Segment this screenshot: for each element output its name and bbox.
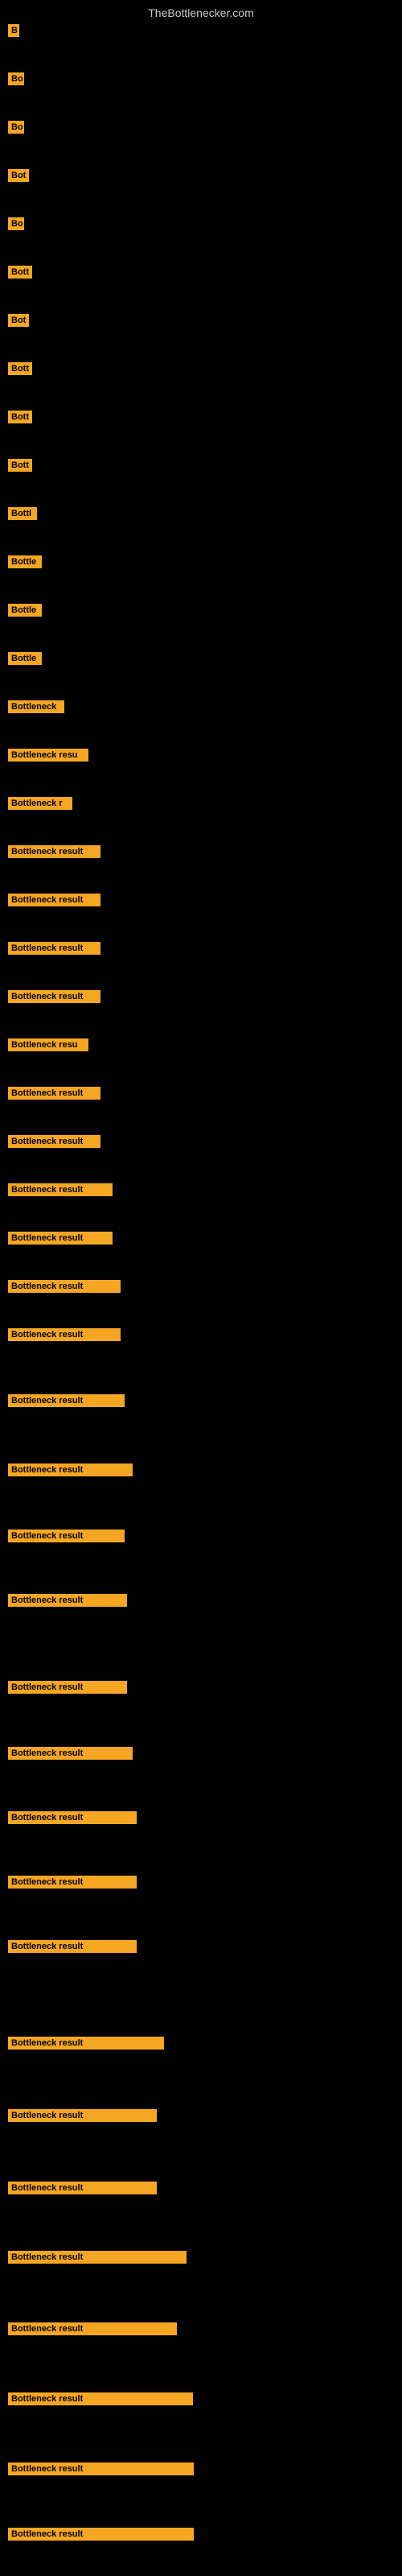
- bar-label: Bott: [8, 362, 32, 375]
- bar-item: Bottleneck resu: [8, 749, 88, 766]
- bar-label: Bottleneck resu: [8, 1038, 88, 1051]
- bar-label: Bottleneck result: [8, 2462, 194, 2475]
- bar-item: Bottleneck resu: [8, 1038, 88, 1055]
- bar-label: Bottleneck result: [8, 1280, 121, 1293]
- bar-item: Bottleneck result: [8, 2037, 164, 2054]
- bar-item: Bottleneck result: [8, 1681, 127, 1698]
- bar-item: Bottl: [8, 507, 37, 524]
- bar-item: Bottleneck result: [8, 2528, 194, 2545]
- bar-label: Bottleneck result: [8, 1183, 113, 1196]
- bar-item: Bottleneck result: [8, 1328, 121, 1345]
- bar-item: Bott: [8, 411, 32, 427]
- bar-item: Bot: [8, 314, 29, 331]
- bar-item: Bottleneck result: [8, 894, 100, 910]
- bar-item: Bottleneck result: [8, 990, 100, 1007]
- bar-item: Bottleneck result: [8, 1811, 137, 1828]
- bar-item: Bottleneck result: [8, 1394, 125, 1411]
- bar-item: Bottleneck result: [8, 1876, 137, 1893]
- bar-label: Bottleneck result: [8, 990, 100, 1003]
- bar-label: Bottleneck result: [8, 942, 100, 955]
- bar-label: Bott: [8, 266, 32, 279]
- bar-item: Bottleneck: [8, 700, 64, 717]
- bar-label: Bottleneck result: [8, 1087, 100, 1100]
- bar-item: Bottleneck result: [8, 1530, 125, 1546]
- bar-item: Bottleneck result: [8, 2322, 177, 2339]
- bar-item: Bottleneck result: [8, 1747, 133, 1764]
- bar-item: Bottleneck result: [8, 1232, 113, 1249]
- bar-item: Bott: [8, 266, 32, 283]
- bar-label: Bottleneck result: [8, 2037, 164, 2050]
- bar-item: Bott: [8, 459, 32, 476]
- bar-item: Bottleneck result: [8, 2182, 157, 2198]
- bar-item: Bottleneck result: [8, 1463, 133, 1480]
- bar-item: Bottleneck result: [8, 1183, 113, 1200]
- bar-item: B: [8, 24, 19, 41]
- bar-item: Bottle: [8, 604, 42, 621]
- bar-item: Bottleneck result: [8, 1087, 100, 1104]
- bar-label: Bottleneck result: [8, 1876, 137, 1889]
- bar-item: Bottleneck result: [8, 845, 100, 862]
- bar-item: Bottleneck r: [8, 797, 72, 814]
- bar-item: Bottleneck result: [8, 2109, 157, 2126]
- bar-label: Bottleneck result: [8, 2182, 157, 2194]
- bar-item: Bottleneck result: [8, 2462, 194, 2479]
- bar-item: Bottle: [8, 652, 42, 669]
- bar-label: Bottl: [8, 507, 37, 520]
- bar-label: Bott: [8, 411, 32, 423]
- bar-label: Bo: [8, 72, 24, 85]
- bar-item: Bottleneck result: [8, 1135, 100, 1152]
- bar-item: Bot: [8, 169, 29, 186]
- bar-label: Bottleneck result: [8, 845, 100, 858]
- bar-item: Bo: [8, 72, 24, 89]
- bar-label: Bot: [8, 169, 29, 182]
- bar-label: Bottleneck result: [8, 1463, 133, 1476]
- bar-item: Bottleneck result: [8, 1940, 137, 1957]
- bar-label: Bottle: [8, 604, 42, 617]
- bar-label: Bottleneck result: [8, 1747, 133, 1760]
- bar-item: Bottleneck result: [8, 1280, 121, 1297]
- bar-label: Bot: [8, 314, 29, 327]
- bar-label: Bottleneck result: [8, 1681, 127, 1694]
- bar-item: Bottleneck result: [8, 2251, 187, 2268]
- bar-label: Bottleneck result: [8, 2322, 177, 2335]
- bar-label: Bottleneck result: [8, 1135, 100, 1148]
- bar-item: Bottleneck result: [8, 1594, 127, 1611]
- bar-label: Bottleneck result: [8, 1940, 137, 1953]
- bar-label: Bottleneck resu: [8, 749, 88, 762]
- bar-item: Bo: [8, 121, 24, 138]
- bar-item: Bottleneck result: [8, 942, 100, 959]
- bar-label: Bottleneck result: [8, 2392, 193, 2405]
- bar-label: Bottleneck result: [8, 1394, 125, 1407]
- bar-label: Bott: [8, 459, 32, 472]
- bar-label: Bottleneck result: [8, 1811, 137, 1824]
- bar-label: Bottleneck result: [8, 1232, 113, 1245]
- bar-item: Bottleneck result: [8, 2392, 193, 2409]
- bar-label: Bottleneck result: [8, 894, 100, 906]
- bar-label: Bottleneck result: [8, 2251, 187, 2264]
- bar-label: Bottleneck result: [8, 1328, 121, 1341]
- bar-label: Bottleneck result: [8, 2528, 194, 2541]
- bar-label: Bo: [8, 121, 24, 134]
- bar-item: Bo: [8, 217, 24, 234]
- bar-label: Bottle: [8, 555, 42, 568]
- bar-label: B: [8, 24, 19, 37]
- bar-label: Bo: [8, 217, 24, 230]
- bar-label: Bottle: [8, 652, 42, 665]
- bar-item: Bottle: [8, 555, 42, 572]
- bar-label: Bottleneck result: [8, 2109, 157, 2122]
- bar-item: Bott: [8, 362, 32, 379]
- bar-label: Bottleneck r: [8, 797, 72, 810]
- bar-label: Bottleneck: [8, 700, 64, 713]
- bar-label: Bottleneck result: [8, 1594, 127, 1607]
- bar-label: Bottleneck result: [8, 1530, 125, 1542]
